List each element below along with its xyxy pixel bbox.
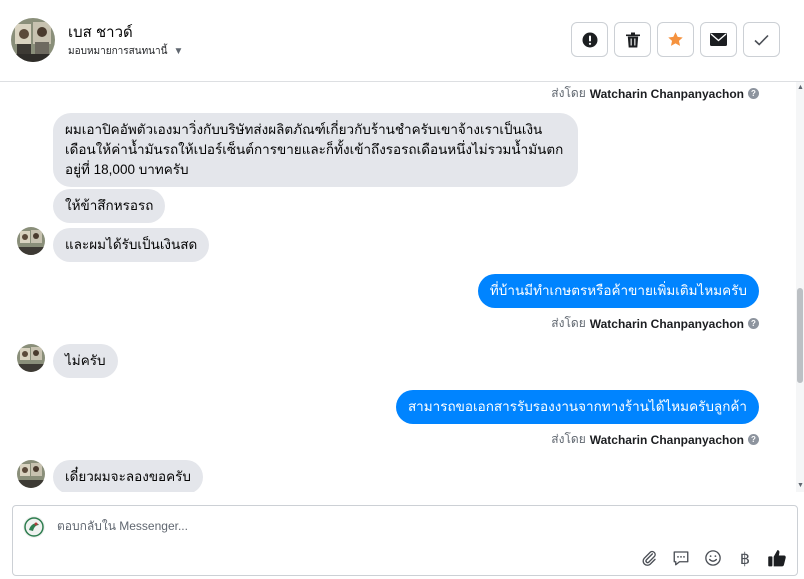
- report-button[interactable]: [571, 22, 608, 57]
- sender-name[interactable]: Watcharin Chanpanyachon: [590, 433, 744, 447]
- emoji-icon: [705, 550, 721, 566]
- paperclip-icon: [642, 550, 656, 566]
- help-icon[interactable]: ?: [748, 88, 759, 99]
- attach-button[interactable]: [639, 548, 659, 568]
- sent-by-label: ส่งโดย Watcharin Chanpanyachon ?: [551, 314, 759, 333]
- contact-avatar-small: [17, 227, 45, 255]
- message-bubble-incoming[interactable]: ไม่ครับ: [53, 344, 118, 378]
- emoji-button[interactable]: [703, 548, 723, 568]
- contact-avatar[interactable]: [11, 18, 55, 62]
- mark-done-button[interactable]: [743, 22, 780, 57]
- composer-toolbar: ฿: [639, 548, 787, 568]
- reply-input[interactable]: [57, 519, 657, 533]
- help-icon[interactable]: ?: [748, 434, 759, 445]
- sent-by-label: ส่งโดย Watcharin Chanpanyachon ?: [551, 84, 759, 103]
- page-avatar: [23, 516, 45, 538]
- contact-avatar-small: [17, 460, 45, 488]
- sent-by-label: ส่งโดย Watcharin Chanpanyachon ?: [551, 430, 759, 449]
- assign-conversation-dropdown[interactable]: มอบหมายการสนทนานี้ ▼: [68, 44, 183, 59]
- trash-icon: [625, 32, 640, 47]
- scroll-down-arrow-icon[interactable]: ▼: [797, 482, 804, 489]
- sender-name[interactable]: Watcharin Chanpanyachon: [590, 87, 744, 101]
- saved-replies-button[interactable]: [671, 548, 691, 568]
- sender-name[interactable]: Watcharin Chanpanyachon: [590, 317, 744, 331]
- mark-unread-button[interactable]: [700, 22, 737, 57]
- contact-name[interactable]: เบส ชาวด์: [68, 20, 133, 44]
- message-bubble-incoming[interactable]: เดี๋ยวผมจะลองขอครับ: [53, 460, 204, 492]
- payment-button[interactable]: ฿: [735, 548, 755, 568]
- assign-label: มอบหมายการสนทนานี้: [68, 46, 168, 57]
- contact-avatar-small: [17, 344, 45, 372]
- star-icon: [668, 32, 683, 46]
- chevron-down-icon: ▼: [173, 46, 184, 57]
- like-button[interactable]: [767, 548, 787, 568]
- help-icon[interactable]: ?: [748, 318, 759, 329]
- scrollbar-thumb[interactable]: [797, 288, 803, 383]
- message-bubble-incoming[interactable]: และผมได้รับเป็นเงินสด: [53, 228, 210, 262]
- reply-composer: ฿: [12, 505, 798, 576]
- baht-icon: ฿: [739, 548, 751, 568]
- message-bubble-outgoing[interactable]: สามารถขอเอกสารรับรองงานจากทางร้านได้ไหมค…: [395, 390, 759, 424]
- alert-circle-icon: [582, 32, 597, 47]
- header-actions: [571, 22, 780, 57]
- envelope-icon: [710, 33, 727, 46]
- message-bubble-outgoing[interactable]: ที่บ้านมีทำเกษตรหรือค้าขายเพิ่มเติมไหมคร…: [477, 274, 759, 308]
- checkmark-icon: [754, 34, 769, 46]
- message-bubble-incoming[interactable]: ให้ข้าสึกหรอรถ: [53, 189, 166, 223]
- scrollbar-track[interactable]: [796, 82, 804, 492]
- conversation-header: เบส ชาวด์ มอบหมายการสนทนานี้ ▼: [0, 0, 804, 82]
- star-button[interactable]: [657, 22, 694, 57]
- chat-bubble-icon: [673, 551, 689, 566]
- message-bubble-incoming[interactable]: ผมเอาปิคอัพตัวเองมาวิ่งกับบริษัทส่งผลิตภ…: [53, 113, 578, 187]
- message-thread[interactable]: ส่งโดย Watcharin Chanpanyachon ? ผมเอาปิ…: [0, 82, 796, 492]
- delete-button[interactable]: [614, 22, 651, 57]
- thumbs-up-icon: [768, 550, 786, 567]
- scroll-up-arrow-icon[interactable]: ▲: [797, 84, 804, 91]
